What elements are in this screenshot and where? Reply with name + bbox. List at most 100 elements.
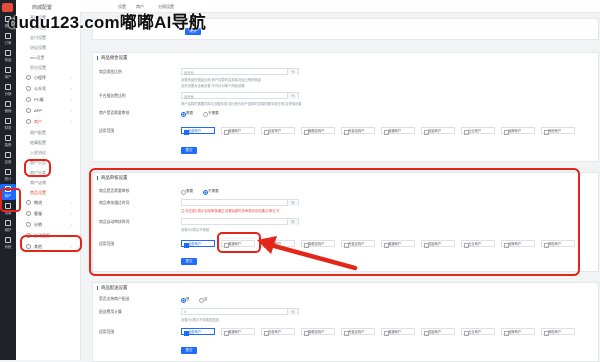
commission-rate-label: 商品佣金比例 (99, 70, 122, 74)
radio-no-need[interactable]: 不需要 (203, 189, 219, 195)
submenu-item[interactable]: 商户配置 (30, 129, 78, 137)
commission-rate-input[interactable]: 百分比 % (181, 68, 299, 75)
radio-need[interactable]: 需要 (181, 111, 193, 117)
delivery-fee-input[interactable]: 0 元 (181, 308, 299, 315)
submenu-item[interactable]: 客服 › (26, 210, 74, 218)
radio-yes[interactable]: 是 (181, 297, 190, 303)
auto-review-input[interactable]: 天 (181, 218, 299, 225)
scope-option-checkbox[interactable]: 企业商户 (461, 240, 495, 248)
scope-option-checkbox[interactable]: 企业商户 (461, 328, 495, 336)
radio-need[interactable]: 需要 (181, 189, 193, 195)
service-fee-input[interactable]: 百分比 % (181, 92, 299, 99)
chevron-icon: › (70, 211, 72, 216)
section1-save-button[interactable]: 提交 (181, 147, 197, 154)
iconbar-item[interactable]: 设置 (0, 201, 16, 217)
submenu-item[interactable]: 其他 › (26, 243, 74, 251)
section-title: 商品佣金设置 (96, 55, 128, 60)
scope-option-checkbox[interactable]: 普通商户 (221, 127, 255, 135)
field-hint: 设置商品的佣金比例,商户结算时会扣除对应比例的佣金 (181, 78, 262, 82)
scope-option-checkbox[interactable]: 品牌商户 (501, 240, 535, 248)
iconbar-item[interactable]: 商品 (0, 48, 16, 64)
scope-option-checkbox[interactable]: 普通商户 (381, 328, 415, 336)
scope-option-checkbox[interactable]: 品牌商户 (501, 328, 535, 336)
input-prefix: 百分比 (184, 95, 195, 99)
scope-option-checkbox[interactable]: 专营店商户 (341, 328, 375, 336)
field-hint: 设置为0表示不审核 (181, 228, 210, 232)
scope-label: 适用范围 (99, 242, 115, 246)
submenu-item[interactable]: PC端 › (26, 96, 74, 104)
menu-dot-icon (26, 222, 31, 228)
scope-option-checkbox[interactable]: 自营商户 (261, 328, 295, 336)
submenu-item[interactable]: 结算配置 (30, 139, 78, 147)
input-suffix: 元 (287, 309, 298, 315)
scope-option-checkbox[interactable]: 品牌商户 (501, 127, 535, 135)
iconbar-item[interactable]: 用户 (0, 65, 16, 81)
submenu-item[interactable]: 协议设置 (30, 44, 78, 52)
iconbar-item[interactable]: 统计 (0, 167, 16, 183)
scope-option-checkbox[interactable]: 专营店商户 (341, 127, 375, 135)
iconbar-item[interactable]: 维护 (0, 218, 16, 234)
scope-option-checkbox[interactable]: 连锁商户 (421, 127, 455, 135)
submenu-item[interactable]: 商户店铺 (30, 179, 78, 187)
scope-option-checkbox[interactable]: 普通商户 (381, 127, 415, 135)
scope-option-checkbox[interactable]: 其他商户 (541, 127, 575, 135)
iconbar-item[interactable]: 装修 (0, 133, 16, 149)
scope-option-checkbox[interactable]: 连锁商户 (421, 240, 455, 248)
delivery-fee-label: 配送费用计算 (99, 310, 122, 314)
submenu-item[interactable]: 小程序 › (26, 74, 74, 82)
submenu-item[interactable]: 分销 › (26, 221, 74, 229)
iconbar-item[interactable]: 系统 (0, 235, 16, 251)
iconbar-item[interactable]: 营销 (0, 99, 16, 115)
iconbar-item[interactable]: 商户 (0, 184, 16, 200)
submenu-item-label: 商户店铺 (30, 180, 46, 185)
submenu-item[interactable]: 商户分类 (30, 169, 78, 177)
scope-option-checkbox[interactable]: 连锁商户 (421, 328, 455, 336)
scope-option-checkbox[interactable]: 普通商户 (221, 328, 255, 336)
scope-option-checkbox[interactable]: 旗舰店商户 (301, 328, 335, 336)
field-hint: 此项设置为全局设置,不可针对单个商品设置 (181, 84, 245, 88)
scope-option-checkbox[interactable]: 企业商户 (461, 127, 495, 135)
radio-no[interactable]: 否 (199, 297, 208, 303)
submenu-item[interactable]: APP › (26, 107, 74, 115)
submenu-item[interactable]: 公众号 › (26, 85, 74, 93)
menu-icon (5, 84, 11, 90)
scope-option-checkbox[interactable]: 其他商户 (541, 240, 575, 248)
submenu-item[interactable]: 支付设置 (30, 34, 78, 42)
menu-dot-icon (26, 108, 31, 114)
menu-icon (5, 101, 11, 107)
iconbar-label: 商品 (4, 58, 12, 62)
scope-option-checkbox[interactable]: 普通商户 (221, 240, 255, 248)
submenu-item[interactable]: 自动回复 › (26, 232, 74, 240)
submenu-item-label: 结算配置 (30, 140, 46, 145)
submenu-item[interactable]: 积分设置 (30, 64, 78, 72)
section3-save-button[interactable]: 提交 (181, 347, 197, 354)
scope-option-checkbox[interactable]: 全部商户 (181, 240, 215, 248)
iconbar-item[interactable]: 分销 (0, 82, 16, 98)
section2-save-button[interactable]: 提交 (181, 258, 197, 265)
submenu-item[interactable]: 商品设置 (30, 189, 78, 197)
iconbar-item[interactable]: 应用 (0, 150, 16, 166)
radio-no-need[interactable]: 不需要 (203, 111, 219, 117)
menu-icon (5, 186, 11, 192)
submenu-item[interactable]: seo设置 (30, 54, 78, 62)
submenu-item[interactable]: 入驻协议 (30, 149, 78, 157)
submenu-item[interactable]: 商户 › (26, 118, 74, 126)
chevron-icon: › (70, 108, 72, 113)
menu-icon (5, 50, 11, 56)
scope-option-checkbox[interactable]: 其他商户 (541, 328, 575, 336)
field-hint-warning: 注:为空或0,表示自动审核通过,设置后超时未审核将自动通过,单位:天 (181, 209, 280, 213)
scope-option-checkbox[interactable]: 旗舰店商户 (301, 127, 335, 135)
submenu-item-label: 商户 (34, 119, 42, 124)
menu-dot-icon (26, 119, 31, 125)
review-pass-input[interactable]: 天 (181, 199, 299, 206)
scope-option-checkbox[interactable]: 全部商户 (181, 127, 215, 135)
service-fee-label: 平台服务费比例 (99, 94, 126, 98)
iconbar-item[interactable]: 财务 (0, 116, 16, 132)
iconbar-item[interactable]: 订单 (0, 31, 16, 47)
scope-option-checkbox[interactable]: 全部商户 (181, 328, 215, 336)
iconbar-label: 用户 (4, 75, 12, 79)
submenu-item[interactable]: 商户公告 (30, 159, 78, 167)
scope-option-checkbox[interactable]: 普通商户 (381, 240, 415, 248)
submenu-item[interactable]: 物流 › (26, 199, 74, 207)
scope-option-checkbox[interactable]: 自营商户 (261, 127, 295, 135)
